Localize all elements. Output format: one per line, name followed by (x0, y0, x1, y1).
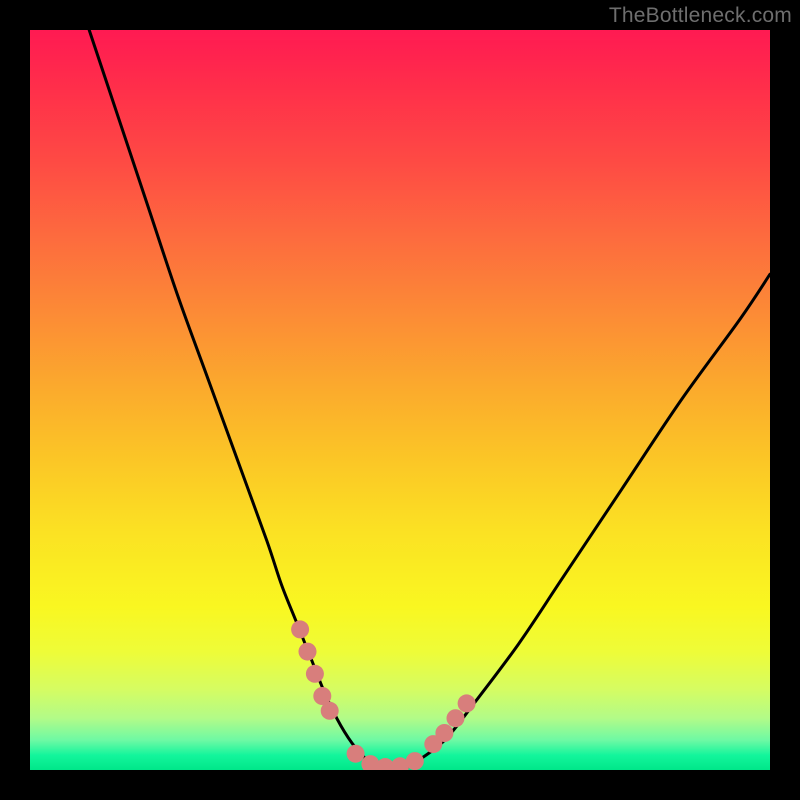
chart-frame: TheBottleneck.com (0, 0, 800, 800)
watermark-text: TheBottleneck.com (609, 4, 792, 28)
marker-dot (306, 665, 324, 683)
curve-layer (30, 30, 770, 770)
data-markers (291, 620, 476, 770)
marker-dot (435, 724, 453, 742)
marker-dot (458, 694, 476, 712)
marker-dot (406, 752, 424, 770)
bottleneck-curve (89, 30, 770, 770)
plot-area (30, 30, 770, 770)
marker-dot (347, 745, 365, 763)
marker-dot (321, 702, 339, 720)
marker-dot (291, 620, 309, 638)
marker-dot (299, 643, 317, 661)
marker-dot (447, 709, 465, 727)
